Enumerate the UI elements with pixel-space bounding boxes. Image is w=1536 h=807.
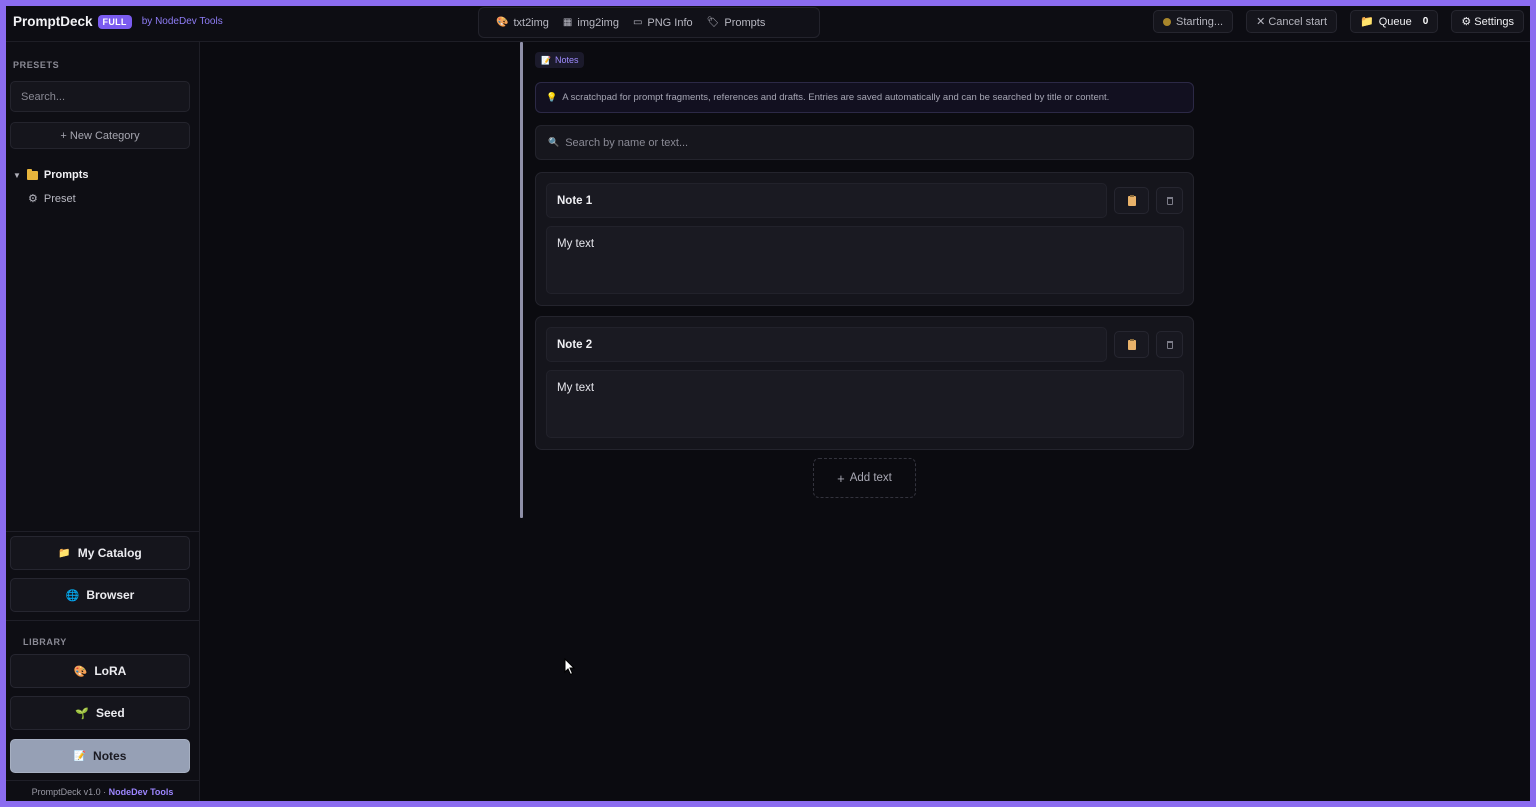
copy-note-button[interactable] [1114,331,1149,358]
add-text-label: Add text [849,472,892,484]
sidebar-divider [6,531,199,532]
preset-search-input[interactable] [10,81,190,112]
tree-folder-label: Prompts [43,169,89,181]
tree-item-label: Preset [43,192,76,205]
tab-label: Prompts [724,16,766,29]
clipboard-icon [1127,338,1136,350]
app-name: PromptDeck [13,14,93,29]
app-window: PromptDeck FULL by NodeDev Tools 🎨 txt2i… [6,6,1530,801]
section-chip: 📝 Notes [535,52,585,68]
palette-icon: 🎨 [496,17,509,28]
mouse-cursor-icon [564,658,576,676]
tab-label: txt2img [513,16,549,29]
section-chip-label: Notes [554,55,579,65]
info-banner: 💡 A scratchpad for prompt fragments, ref… [535,82,1194,113]
brand-byline[interactable]: by NodeDev Tools [142,16,223,27]
sidebar-divider [6,780,199,781]
browser-label: Browser [86,588,135,602]
presets-heading: PRESETS [13,60,60,70]
my-catalog-button[interactable]: 📁 My Catalog [10,536,190,570]
folder-icon: 📁 [1360,16,1374,28]
library-item-lora[interactable]: 🎨 LoRA [10,654,190,688]
delete-note-button[interactable] [1156,331,1183,358]
plus-icon: + [837,470,845,486]
sidebar-footer: PromptDeck v1.0 · NodeDev Tools [6,787,199,797]
footer-version: PromptDeck v1.0 · [31,787,109,797]
main-tab-bar: 🎨 txt2img ▦ img2img ▭ PNG Info 🏷 Prompts [478,7,820,38]
cancel-start-button[interactable]: ✕ Cancel start [1246,10,1338,33]
notes-search: 🔍 [535,125,1194,160]
note-card: Note 2 My text [535,316,1194,450]
queue-label: Queue [1378,15,1412,28]
tab-prompts[interactable]: 🏷 Prompts [700,10,773,36]
note-body-field[interactable]: My text [546,226,1184,294]
browser-button[interactable]: 🌐 Browser [10,578,190,612]
tab-png-info[interactable]: ▭ PNG Info [626,10,700,36]
top-bar: PromptDeck FULL by NodeDev Tools 🎨 txt2i… [6,6,1530,42]
folder-icon [26,168,38,180]
brand: PromptDeck FULL by NodeDev Tools [13,14,223,29]
copy-note-button[interactable] [1114,187,1149,214]
note-card: Note 1 My text [535,172,1194,306]
queue-count-badge: 0 [1422,16,1429,27]
image-icon: ▦ [562,17,573,28]
seedling-icon: 🌱 [75,707,89,720]
notes-search-input[interactable] [565,136,1181,149]
tab-img2img[interactable]: ▦ img2img [556,10,626,36]
tab-txt2img[interactable]: 🎨 txt2img [489,10,556,36]
notepad-icon: 📝 [73,750,87,762]
trash-icon [1166,340,1173,349]
status-dot-icon [1162,17,1171,26]
clipboard-icon [1127,194,1136,206]
palette-icon: 🎨 [73,665,88,678]
tab-label: img2img [577,16,619,29]
content-divider [520,42,523,518]
edition-badge: FULL [97,14,132,29]
info-text: A scratchpad for prompt fragments, refer… [562,92,1110,103]
png-info-icon: ▭ [632,17,643,28]
tab-label: PNG Info [647,16,693,29]
trash-icon [1166,196,1173,205]
library-item-label: Seed [96,706,125,720]
footer-brand-link[interactable]: NodeDev Tools [109,787,174,797]
library-item-label: Notes [93,749,127,763]
delete-note-button[interactable] [1156,187,1183,214]
queue-button[interactable]: 📁 Queue 0 [1350,10,1439,33]
top-right-controls: Starting... ✕ Cancel start 📁 Queue 0 ⚙ S… [1152,10,1524,33]
globe-icon: 🌐 [65,589,80,602]
sidebar: PRESETS + New Category ▼ Prompts ⚙ Prese… [6,42,200,801]
tag-icon: 🏷 [706,17,720,28]
lightbulb-icon: 💡 [546,92,558,102]
folder-icon: 📁 [58,547,71,559]
notepad-icon: 📝 [541,55,551,65]
note-title-field[interactable]: Note 2 [546,327,1107,362]
note-title-field[interactable]: Note 1 [546,183,1107,218]
library-item-seed[interactable]: 🌱 Seed [10,696,190,730]
sidebar-divider [6,620,199,621]
library-item-notes[interactable]: 📝 Notes [10,739,190,773]
library-item-label: LoRA [94,664,127,678]
tree-item-preset[interactable]: ⚙ Preset [28,192,76,206]
note-body-field[interactable]: My text [546,370,1184,438]
status-indicator: Starting... [1152,10,1234,33]
new-category-button[interactable]: + New Category [10,122,190,149]
caret-down-icon: ▼ [13,170,21,180]
status-text: Starting... [1175,15,1224,28]
add-text-button[interactable]: + Add text [813,458,916,498]
library-heading: LIBRARY [23,637,67,647]
my-catalog-label: My Catalog [77,546,142,560]
settings-button[interactable]: ⚙ Settings [1451,10,1524,33]
search-icon: 🔍 [548,137,560,147]
tree-folder-prompts[interactable]: ▼ Prompts [13,168,89,181]
gear-icon: ⚙ [28,193,38,205]
